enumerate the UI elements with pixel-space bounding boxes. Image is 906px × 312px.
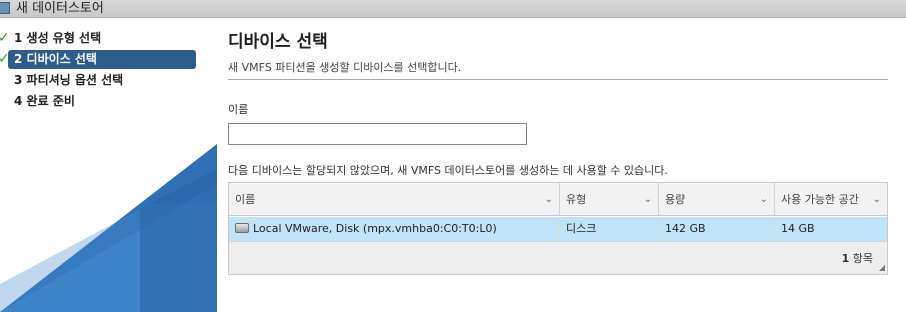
instruction-text: 다음 디바이스는 할당되지 않았으며, 새 VMFS 데이터스토어를 생성하는 … (228, 164, 668, 177)
chevron-down-icon[interactable]: ⌄ (545, 183, 553, 216)
check-icon: ✓ (0, 51, 10, 67)
grid-header: 이름 ⌄ 유형 ⌄ 용량 ⌄ 사용 가능한 공간 ⌄ (229, 183, 887, 216)
wizard-step-label: 3 파티셔닝 옵션 선택 (14, 73, 124, 87)
item-count: 1 항목 (841, 252, 873, 265)
chevron-down-icon[interactable]: ⌄ (644, 183, 652, 216)
column-header-capacity[interactable]: 용량 ⌄ (659, 183, 775, 216)
table-row[interactable]: Local VMware, Disk (mpx.vmhba0:C0:T0:L0)… (229, 217, 887, 241)
chevron-down-icon[interactable]: ⌄ (760, 183, 768, 216)
cell-name: Local VMware, Disk (mpx.vmhba0:C0:T0:L0) (229, 217, 560, 241)
column-header-name[interactable]: 이름 ⌄ (229, 183, 560, 216)
cell-capacity: 142 GB (659, 217, 775, 241)
divider (228, 79, 888, 80)
wizard-step-label: 4 완료 준비 (14, 94, 75, 108)
wizard-steps-panel: ✓ 1 생성 유형 선택 ✓ 2 디바이스 선택 3 파티셔닝 옵션 선택 4 … (0, 19, 217, 312)
wizard-step-label: 2 디바이스 선택 (14, 52, 97, 66)
cell-type: 디스크 (560, 217, 659, 241)
wizard-step-2[interactable]: ✓ 2 디바이스 선택 (0, 50, 196, 69)
resize-grip-icon[interactable]: ◢ (879, 263, 885, 272)
wizard-content: 디바이스 선택 새 VMFS 파티션을 생성할 디바이스를 선택합니다. 이름 … (217, 19, 906, 312)
page-title: 디바이스 선택 (228, 32, 328, 52)
column-header-free-space[interactable]: 사용 가능한 공간 ⌄ (775, 183, 887, 216)
wizard-step-3[interactable]: 3 파티셔닝 옵션 선택 (0, 71, 200, 90)
grid-footer: 1 항목 ◢ (229, 241, 887, 274)
wizard-step-label: 1 생성 유형 선택 (14, 31, 102, 45)
column-header-type[interactable]: 유형 ⌄ (560, 183, 659, 216)
disk-icon (235, 223, 249, 233)
wizard-step-1[interactable]: ✓ 1 생성 유형 선택 (0, 29, 200, 48)
name-label: 이름 (228, 103, 249, 116)
window-title: 새 데이터스토어 (16, 1, 104, 16)
page-subtitle: 새 VMFS 파티션을 생성할 디바이스를 선택합니다. (228, 61, 462, 74)
device-grid: 이름 ⌄ 유형 ⌄ 용량 ⌄ 사용 가능한 공간 ⌄ Local VMware,… (228, 182, 888, 275)
wizard-step-4[interactable]: 4 완료 준비 (0, 92, 200, 111)
datastore-icon (0, 2, 10, 14)
check-icon: ✓ (0, 30, 10, 46)
cell-free-space: 14 GB (781, 222, 815, 235)
window-titlebar: 새 데이터스토어 (0, 0, 906, 18)
name-input[interactable] (228, 123, 527, 145)
chevron-down-icon[interactable]: ⌄ (873, 183, 881, 216)
